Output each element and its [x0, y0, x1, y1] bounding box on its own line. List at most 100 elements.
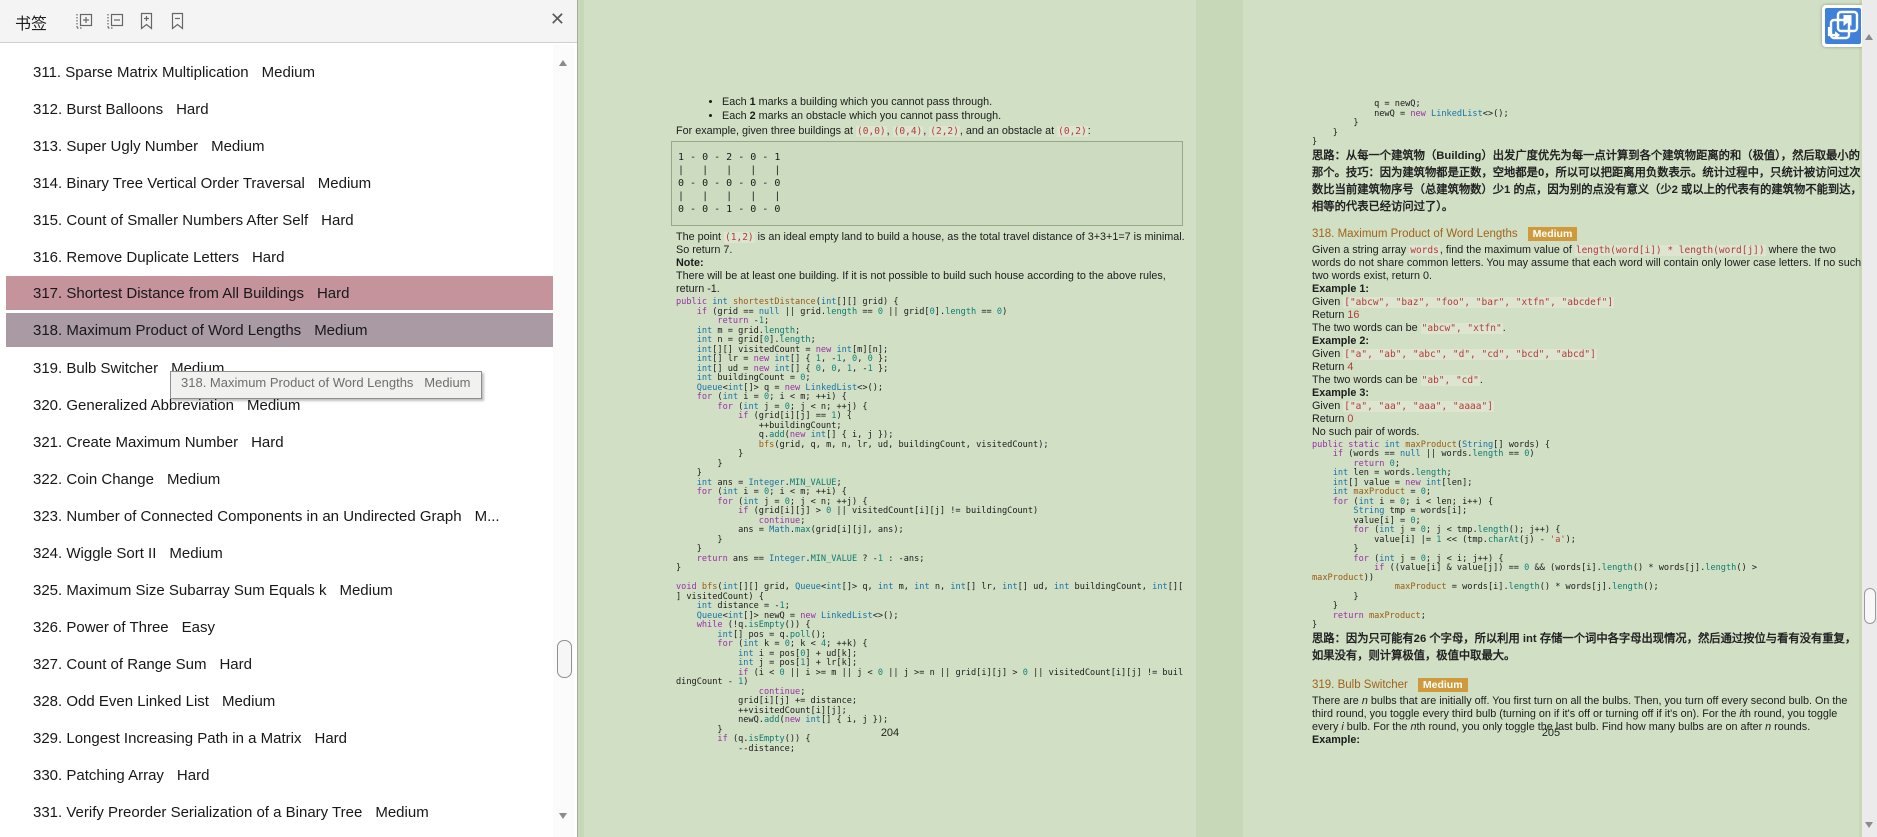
- bookmark-list: 311. Sparse Matrix Multiplication Medium 3…: [0, 44, 553, 837]
- bullet-list: Each 1 marks a building which you cannot…: [676, 96, 1190, 123]
- bookmark-item-314[interactable]: 314. Binary Tree Vertical Order Traversa…: [6, 165, 553, 202]
- bookmark-title: 323. Number of Connected Components in a…: [33, 508, 462, 525]
- bookmark-item-311[interactable]: 311. Sparse Matrix Multiplication Medium: [6, 54, 553, 91]
- bookmark-scrollbar[interactable]: [553, 44, 574, 837]
- page-205: q = newQ; newQ = new LinkedList<>(); } }…: [1243, 0, 1862, 837]
- paragraph: The two words can be "ab", "cd".: [1312, 373, 1483, 386]
- ascii-grid-box: 1 - 0 - 2 - 0 - 1 | | | | | 0 - 0 - 0 - …: [671, 141, 1183, 226]
- bullet-item: Each 1 marks a building which you cannot…: [722, 96, 1190, 110]
- bookmark-title: 316. Remove Duplicate Letters: [33, 249, 239, 266]
- paragraph: Given ["abcw", "baz", "foo", "bar", "xtf…: [1312, 295, 1615, 308]
- paragraph: 思路：从每一个建筑物（Building）出发广度优先为每一点计算到各个建筑物距离…: [1312, 149, 1862, 213]
- bookmark-item-315[interactable]: 315. Count of Smaller Numbers After Self…: [6, 202, 553, 239]
- bookmark-difficulty: Medium: [339, 582, 393, 599]
- bookmark-scrollbar-thumb[interactable]: [557, 640, 572, 678]
- scroll-down-icon[interactable]: [559, 813, 567, 819]
- add-bookmark-icon[interactable]: [136, 11, 156, 31]
- java-code-block: public static int maxProduct(String[] wo…: [1312, 439, 1758, 630]
- page-204: Each 1 marks a building which you cannot…: [584, 0, 1196, 837]
- bookmark-difficulty: Medium: [211, 138, 265, 155]
- collapse-all-icon[interactable]: [105, 11, 125, 31]
- difficulty-badge: Medium: [1527, 226, 1578, 241]
- bookmark-difficulty: Medium: [246, 397, 301, 414]
- bookmark-difficulty: Hard: [219, 656, 252, 673]
- bookmark-title: 330. Patching Array: [33, 767, 164, 784]
- bookmark-title: 312. Burst Balloons: [33, 101, 164, 118]
- paragraph: Example 2:: [1312, 334, 1370, 347]
- page-205-content: q = newQ; newQ = new LinkedList<>(); } }…: [1312, 98, 1862, 747]
- paragraph: Given a string array words, find the max…: [1312, 243, 1862, 282]
- paragraph: Example 3:: [1312, 386, 1370, 399]
- bookmark-item-323[interactable]: 323. Number of Connected Components in a…: [6, 498, 553, 535]
- expand-all-icon[interactable]: [74, 11, 94, 31]
- delete-bookmark-icon[interactable]: [167, 11, 187, 31]
- bookmark-difficulty: Hard: [321, 212, 354, 229]
- scroll-up-icon[interactable]: [559, 60, 567, 66]
- bookmark-item-327[interactable]: 327. Count of Range Sum Hard: [6, 646, 553, 683]
- bookmark-difficulty: Hard: [314, 730, 348, 747]
- document-area: Each 1 marks a building which you cannot…: [579, 0, 1862, 837]
- bookmark-title: 322. Coin Change: [33, 471, 154, 488]
- bookmark-title: 318. Maximum Product of Word Lengths: [33, 321, 302, 339]
- bookmark-item-326[interactable]: 326. Power of Three Easy: [6, 609, 553, 646]
- bookmark-difficulty: Hard: [176, 767, 210, 784]
- bookmark-item-324[interactable]: 324. Wiggle Sort II Medium: [6, 535, 553, 572]
- bookmark-title: 325. Maximum Size Subarray Sum Equals k: [33, 582, 327, 599]
- bookmark-title: 324. Wiggle Sort II: [33, 545, 157, 562]
- paragraph: For example, given three buildings at (0…: [676, 125, 1091, 137]
- bookmark-difficulty: Medium: [317, 175, 372, 192]
- window-scrollbar-thumb[interactable]: [1864, 588, 1876, 624]
- paragraph: 思路：因为只可能有26 个字母，所以利用 int 存储一个词中各字母出现情况，然…: [1312, 632, 1857, 662]
- page-204-content: Each 1 marks a building which you cannot…: [671, 96, 1190, 754]
- bookmark-item-328[interactable]: 328. Odd Even Linked List Medium: [6, 683, 553, 720]
- bookmark-difficulty: Medium: [221, 693, 276, 710]
- section-title: 319. Bulb Switcher: [1312, 678, 1408, 691]
- page-number-right: 205: [1541, 727, 1561, 739]
- bookmark-difficulty: M...: [474, 508, 500, 525]
- bookmark-item-322[interactable]: 322. Coin Change Medium: [6, 461, 553, 498]
- bookmark-item-316[interactable]: 316. Remove Duplicate Letters Hard: [6, 239, 553, 276]
- bookmark-item-313[interactable]: 313. Super Ugly Number Medium: [6, 128, 553, 165]
- close-panel-icon[interactable]: ✕: [550, 8, 565, 30]
- bookmark-item-329[interactable]: 329. Longest Increasing Path in a Matrix…: [6, 720, 553, 757]
- panel-title: 书签: [15, 16, 48, 33]
- bookmark-difficulty: Easy: [181, 619, 215, 636]
- bookmark-difficulty: Medium: [166, 471, 221, 488]
- bookmark-item-321[interactable]: 321. Create Maximum Number Hard: [6, 424, 553, 461]
- bookmark-item-318[interactable]: 318. Maximum Product of Word Lengths Medi…: [6, 313, 553, 350]
- bookmark-title: 329. Longest Increasing Path in a Matrix: [33, 730, 302, 747]
- window-scroll-down-icon[interactable]: [1865, 822, 1873, 828]
- bookmark-item-330[interactable]: 330. Patching Array Hard: [6, 757, 553, 794]
- bookmark-float-button-face: [1825, 8, 1861, 44]
- section-title: 318. Maximum Product of Word Lengths: [1312, 227, 1518, 240]
- go-to-bookmark-icon: [1827, 10, 1859, 40]
- paragraph: There will be at least one building. If …: [676, 270, 1166, 295]
- bookmark-float-button[interactable]: [1822, 5, 1864, 47]
- bookmark-item-331[interactable]: 331. Verify Preorder Serialization of a …: [6, 794, 553, 831]
- bookmark-item-312[interactable]: 312. Burst Balloons Hard: [6, 91, 553, 128]
- bookmark-title: 319. Bulb Switcher: [33, 360, 159, 377]
- bookmark-item-317[interactable]: 317. Shortest Distance from All Building…: [6, 276, 553, 313]
- paragraph: Note:: [676, 257, 704, 269]
- bookmark-tooltip: 318. Maximum Product of Word Lengths Med…: [170, 371, 482, 399]
- bookmark-difficulty: Medium: [314, 321, 368, 339]
- bookmark-difficulty: Hard: [251, 434, 284, 451]
- java-code-block: q = newQ; newQ = new LinkedList<>(); } }…: [1312, 99, 1509, 147]
- bullet-item: Each 2 marks an obstacle which you canno…: [722, 110, 1190, 124]
- bookmark-difficulty: Hard: [176, 101, 209, 118]
- bookmark-item-325[interactable]: 325. Maximum Size Subarray Sum Equals k M…: [6, 572, 553, 609]
- bookmark-title: 328. Odd Even Linked List: [33, 693, 209, 710]
- bookmark-title: 313. Super Ugly Number: [33, 138, 199, 155]
- window-scroll-up-icon[interactable]: [1865, 34, 1873, 40]
- bookmark-title: 320. Generalized Abbreviation: [33, 397, 234, 414]
- window-scrollbar[interactable]: [1862, 0, 1877, 837]
- bookmark-difficulty: Medium: [375, 804, 429, 821]
- paragraph: Given ["a", "aa", "aaa", "aaaa"]: [1312, 399, 1494, 412]
- bookmark-difficulty: Hard: [251, 249, 285, 266]
- bookmark-difficulty: Medium: [169, 545, 223, 562]
- section-heading: 319. Bulb Switcher Medium: [1312, 677, 1862, 693]
- section-heading: 318. Maximum Product of Word Lengths Medi…: [1312, 226, 1862, 242]
- bookmark-title: 321. Create Maximum Number: [33, 434, 239, 451]
